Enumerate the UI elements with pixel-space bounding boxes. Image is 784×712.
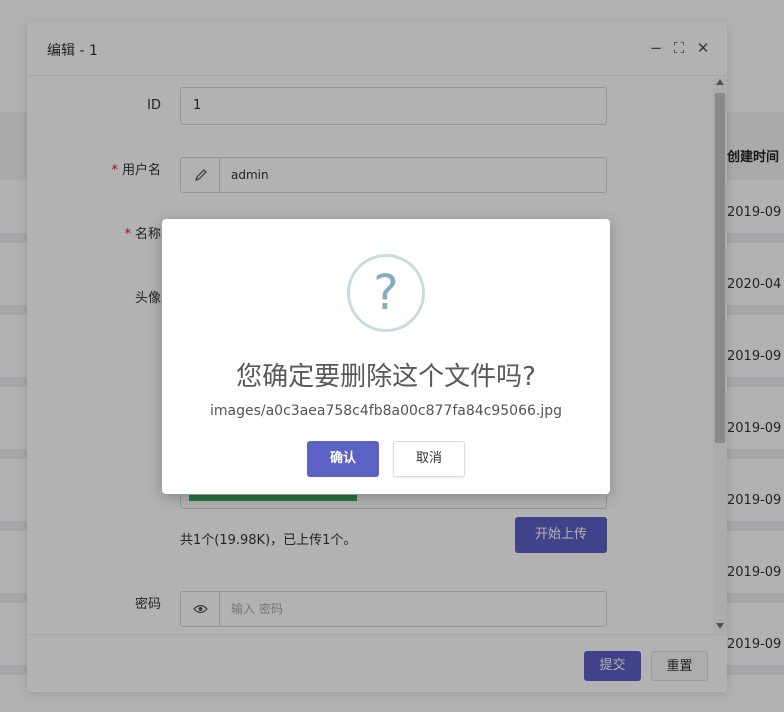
confirm-title: 您确定要删除这个文件吗? <box>236 362 536 392</box>
question-icon: ? <box>347 254 425 332</box>
confirm-dialog: ? 您确定要删除这个文件吗? images/a0c3aea758c4fb8a00… <box>162 219 610 494</box>
cancel-button[interactable]: 取消 <box>393 441 465 477</box>
confirm-filename: images/a0c3aea758c4fb8a00c877fa84c95066.… <box>209 403 562 419</box>
confirm-button[interactable]: 确认 <box>307 441 379 477</box>
